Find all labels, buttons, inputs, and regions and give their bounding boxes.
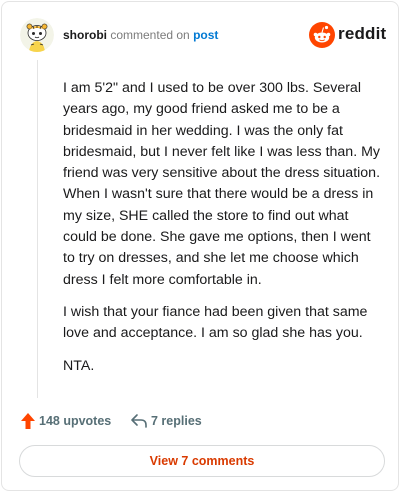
post-link[interactable]: post: [193, 28, 218, 42]
username-link[interactable]: shorobi: [63, 28, 107, 42]
comment-header: shorobi commented on post reddit: [20, 18, 386, 52]
reddit-brand[interactable]: reddit: [309, 22, 386, 48]
reddit-wordmark: reddit: [338, 24, 387, 43]
snoo-avatar-icon[interactable]: [20, 18, 54, 52]
thread-line[interactable]: [37, 60, 38, 398]
reddit-logo-icon: [309, 22, 335, 48]
upvote-arrow-icon[interactable]: [20, 412, 36, 430]
comment-actions: 148 upvotes 7 replies: [20, 410, 382, 432]
reply-arrow-icon[interactable]: [130, 413, 148, 429]
comment-paragraph: NTA.: [63, 357, 95, 374]
comment-paragraph: I wish that your fiance had been given t…: [63, 303, 368, 342]
reply-count[interactable]: 7 replies: [151, 414, 202, 428]
view-comments-button[interactable]: View 7 comments: [19, 445, 385, 477]
comment-paragraph: I am 5'2" and I used to be over 300 lbs.…: [63, 80, 381, 288]
comment-card: shorobi commented on post reddit I am 5'…: [1, 1, 399, 491]
comment-body: I am 5'2" and I used to be over 300 lbs.…: [63, 78, 383, 388]
upvote-count: 148 upvotes: [39, 414, 112, 428]
commented-on-text: commented on: [110, 28, 190, 42]
comment-attribution: shorobi commented on post: [63, 28, 218, 42]
